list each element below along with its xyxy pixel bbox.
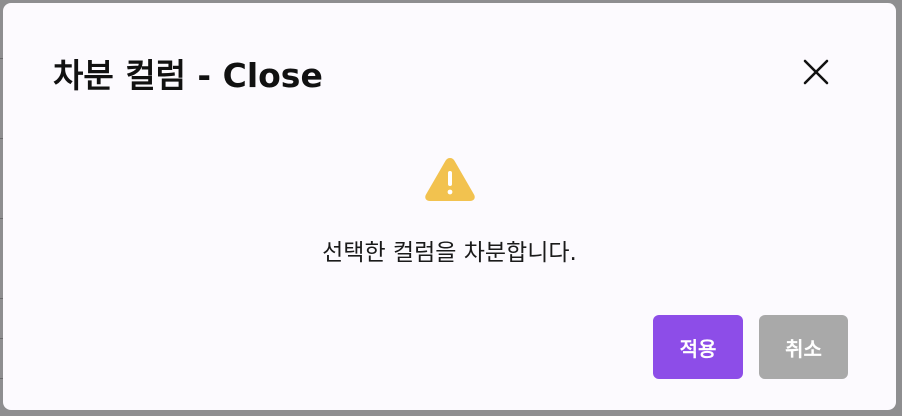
close-icon [803, 59, 829, 85]
cancel-button[interactable]: 취소 [759, 315, 848, 379]
dialog-title: 차분 컬럼 - Close [53, 56, 323, 95]
apply-button[interactable]: 적용 [653, 315, 743, 379]
close-button[interactable] [797, 53, 835, 91]
warning-triangle-icon [425, 158, 475, 201]
diff-column-dialog: 차분 컬럼 - Close 선택한 컬럼을 차분합니다. 적용 취소 [3, 3, 896, 410]
dialog-message: 선택한 컬럼을 차분합니다. [322, 240, 577, 266]
